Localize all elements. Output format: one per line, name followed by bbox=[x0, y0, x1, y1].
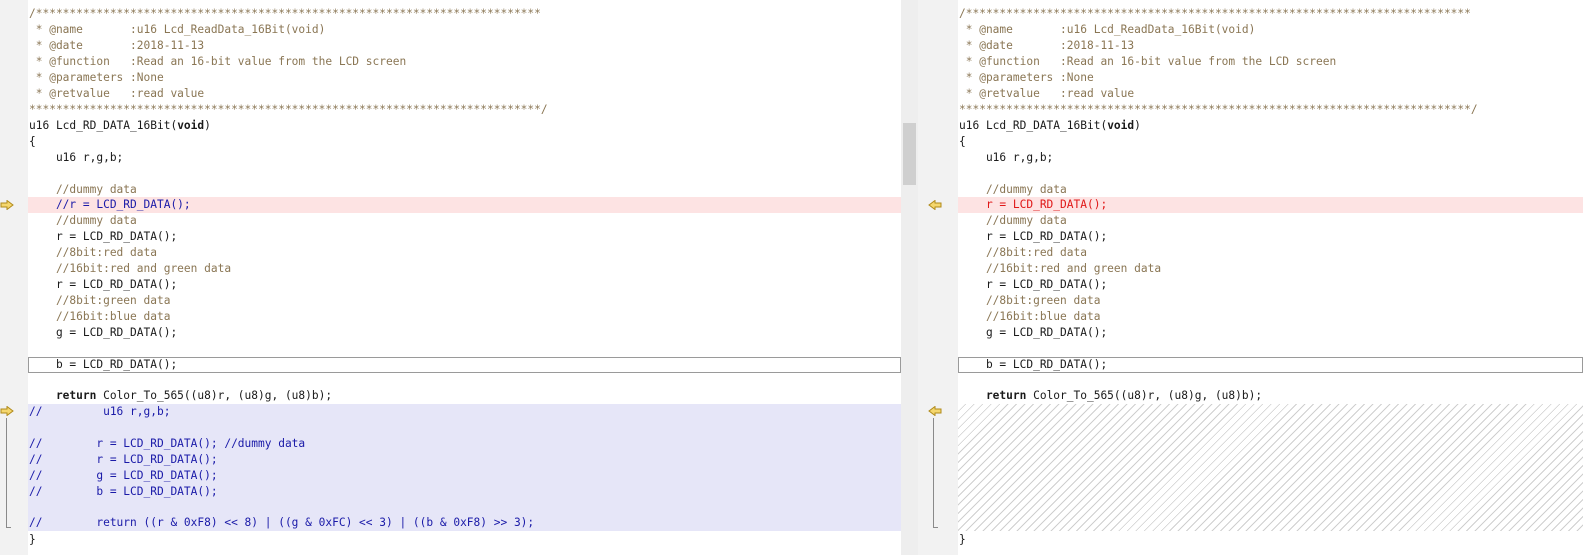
left-code-area[interactable]: /***************************************… bbox=[28, 0, 901, 555]
current-line-box[interactable]: b = LCD_RD_DATA(); bbox=[958, 357, 1583, 373]
diff-arrow-left-icon[interactable] bbox=[928, 200, 942, 210]
diff-arrow-right-icon[interactable] bbox=[0, 200, 14, 210]
changed-line[interactable]: r = LCD_RD_DATA(); bbox=[958, 197, 1583, 213]
diff-arrow-right-icon[interactable] bbox=[0, 406, 14, 416]
missing-lines-hatch bbox=[958, 404, 1583, 531]
diff-arrow-left-icon[interactable] bbox=[928, 406, 942, 416]
left-block-bracket bbox=[6, 418, 11, 528]
current-line-box[interactable]: b = LCD_RD_DATA(); bbox=[28, 357, 901, 373]
right-block-bracket bbox=[933, 418, 938, 528]
right-gutter bbox=[918, 0, 958, 555]
left-scrollbar[interactable] bbox=[901, 0, 918, 555]
left-gutter bbox=[0, 0, 28, 555]
left-diff-pane[interactable]: /***************************************… bbox=[0, 0, 918, 555]
right-diff-pane[interactable]: /***************************************… bbox=[918, 0, 1583, 555]
left-scroll-thumb[interactable] bbox=[903, 123, 916, 185]
changed-line[interactable]: //r = LCD_RD_DATA(); bbox=[28, 197, 901, 213]
right-code-area[interactable]: /***************************************… bbox=[958, 0, 1583, 555]
